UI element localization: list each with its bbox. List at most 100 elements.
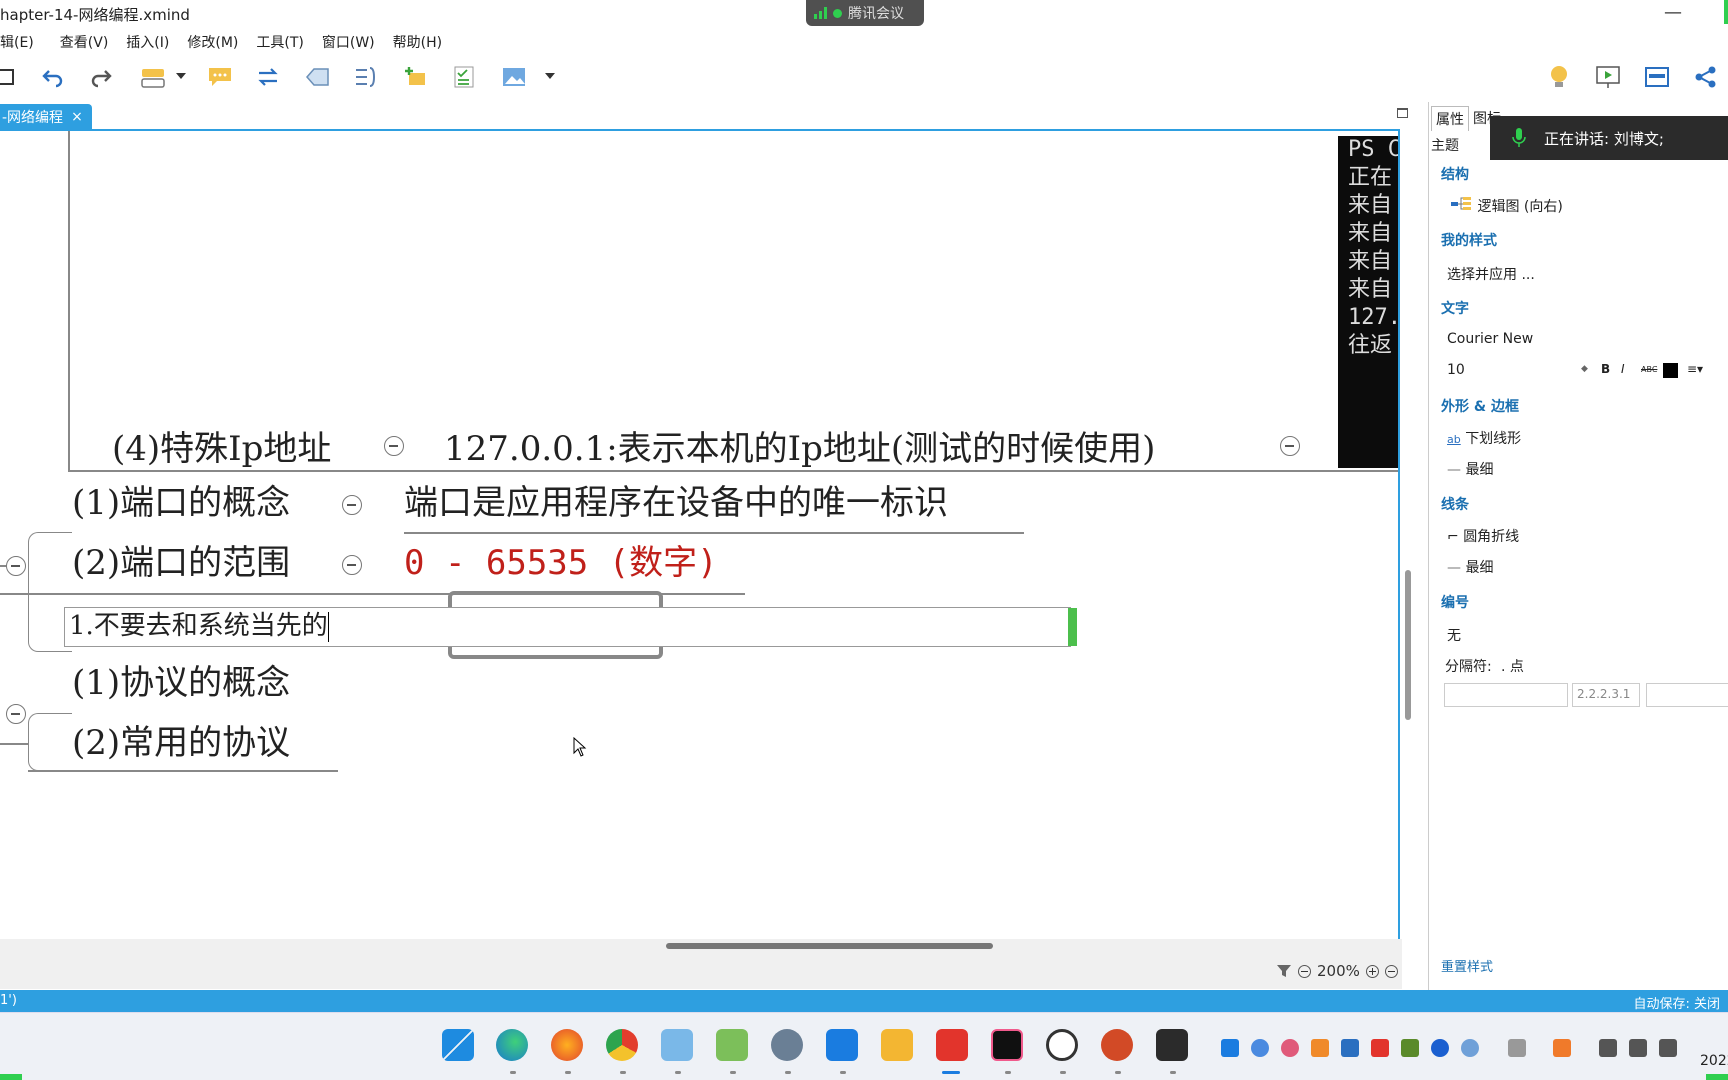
- outline-icon[interactable]: [1644, 64, 1670, 90]
- volume-muted-icon[interactable]: [1629, 1039, 1647, 1057]
- tray-app-icon[interactable]: [1281, 1039, 1299, 1057]
- topic-special-ip-value[interactable]: 127.0.0.1:表示本机的Ip地址(测试的时候使用): [444, 421, 1155, 470]
- meeting-app-icon[interactable]: [826, 1029, 858, 1061]
- text-color-button[interactable]: [1663, 363, 1678, 378]
- topic-common-protocol[interactable]: (2)常用的协议: [72, 715, 290, 764]
- menu-window[interactable]: 窗口(W): [322, 28, 375, 54]
- separator-select[interactable]: . 点: [1501, 656, 1524, 676]
- tab-document[interactable]: -网络编程 ×: [0, 104, 92, 130]
- taskbar-clock[interactable]: 2022: [1700, 1053, 1728, 1069]
- menu-help[interactable]: 帮助(H): [393, 28, 442, 54]
- insert-topic-icon[interactable]: [403, 64, 429, 90]
- menu-modify[interactable]: 修改(M): [187, 28, 238, 54]
- dropdown-arrow-icon[interactable]: [174, 64, 188, 90]
- powerpoint-icon[interactable]: [1101, 1029, 1133, 1061]
- topic-port-range[interactable]: (2)端口的范围: [72, 535, 290, 584]
- chrome-icon[interactable]: [606, 1029, 638, 1061]
- tab-close-button[interactable]: ×: [71, 109, 83, 125]
- numbering-prefix-input[interactable]: [1444, 683, 1568, 707]
- presentation-icon[interactable]: [1595, 64, 1621, 90]
- topic-style-icon[interactable]: [140, 64, 166, 90]
- topic-port-range-value[interactable]: 0 - 65535 (数字): [404, 535, 718, 584]
- lightbulb-icon[interactable]: [1546, 64, 1572, 90]
- sogou-icon[interactable]: [1553, 1039, 1571, 1057]
- numbering-format-select[interactable]: 2.2.2.3.1: [1572, 683, 1640, 707]
- edit-resize-handle[interactable]: [1068, 608, 1077, 646]
- autosave-status[interactable]: 自动保存: 关闭: [1633, 993, 1720, 1012]
- firefox-icon[interactable]: [551, 1029, 583, 1061]
- battery-icon[interactable]: [1659, 1039, 1677, 1057]
- paint-app-icon[interactable]: [661, 1029, 693, 1061]
- menu-view[interactable]: 查看(V): [60, 28, 109, 54]
- relationship-icon[interactable]: [255, 64, 281, 90]
- summary-icon[interactable]: [353, 64, 379, 90]
- italic-button[interactable]: I: [1621, 362, 1625, 376]
- align-left-icon[interactable]: ≡▾: [1687, 362, 1703, 376]
- tray-app-icon[interactable]: [1341, 1039, 1359, 1057]
- tencent-meeting-badge[interactable]: 腾讯会议: [806, 0, 924, 26]
- redo-icon[interactable]: [88, 64, 114, 90]
- filter-icon[interactable]: [1276, 963, 1292, 979]
- image-dropdown-icon[interactable]: [543, 64, 557, 90]
- shape-select[interactable]: ab 下划线形: [1447, 428, 1521, 448]
- collapse-toggle[interactable]: [6, 556, 26, 576]
- terminal-window[interactable]: PS C 正在 来自 来自 来自 来自 127. 往返: [1338, 136, 1398, 468]
- my-style-select[interactable]: 选择并应用 ...: [1447, 264, 1535, 284]
- line-width-select[interactable]: — 最细: [1447, 557, 1493, 577]
- collapse-toggle[interactable]: [342, 555, 362, 575]
- font-size-stepper[interactable]: ◆: [1581, 364, 1588, 374]
- undo-icon[interactable]: [40, 64, 66, 90]
- font-family-select[interactable]: Courier New: [1447, 331, 1533, 347]
- structure-select[interactable]: 逻辑图 (向右): [1451, 196, 1563, 216]
- file-explorer-icon[interactable]: [881, 1029, 913, 1061]
- drawing-app-icon[interactable]: [716, 1029, 748, 1061]
- microphone-tray-icon[interactable]: [1461, 1039, 1479, 1057]
- topic-edit-input[interactable]: 1.不要去和系统当先的: [64, 607, 1071, 647]
- tray-app-icon[interactable]: [1251, 1039, 1269, 1057]
- collapse-toggle[interactable]: [6, 704, 26, 724]
- line-style-select[interactable]: ⌐ 圆角折线: [1447, 526, 1519, 546]
- tab-properties[interactable]: 属性: [1431, 106, 1469, 131]
- windows-start-icon[interactable]: [442, 1029, 474, 1061]
- strikethrough-button[interactable]: ABC: [1641, 365, 1657, 374]
- bluetooth-icon[interactable]: [1431, 1039, 1449, 1057]
- clock-app-icon[interactable]: [1046, 1029, 1078, 1061]
- topic-port-concept-value[interactable]: 端口是应用程序在设备中的唯一标识: [404, 475, 948, 524]
- zoom-out-button[interactable]: [1298, 964, 1311, 978]
- tray-app-icon[interactable]: [1311, 1039, 1329, 1057]
- image-icon[interactable]: [501, 64, 527, 90]
- edge-browser-icon[interactable]: [496, 1029, 528, 1061]
- topic-port-concept[interactable]: (1)端口的概念: [72, 475, 290, 524]
- horizontal-scrollbar[interactable]: [666, 943, 993, 949]
- border-width-select[interactable]: — 最细: [1447, 459, 1493, 479]
- bold-button[interactable]: B: [1601, 362, 1610, 376]
- reset-style-link[interactable]: 重置样式: [1441, 956, 1493, 975]
- restore-view-button[interactable]: [1397, 108, 1408, 118]
- mindmap-canvas[interactable]: (4)特殊Ip地址 127.0.0.1:表示本机的Ip地址(测试的时候使用) P…: [0, 129, 1400, 939]
- menu-tools[interactable]: 工具(T): [256, 28, 303, 54]
- vertical-scrollbar[interactable]: [1405, 570, 1411, 720]
- boundary-icon[interactable]: [304, 64, 330, 90]
- network-icon[interactable]: [1599, 1039, 1617, 1057]
- callout-icon[interactable]: [207, 64, 233, 90]
- font-size-input[interactable]: 10: [1447, 362, 1465, 378]
- tray-nvidia-icon[interactable]: [1401, 1039, 1419, 1057]
- settings-gear-icon[interactable]: [771, 1029, 803, 1061]
- terminal-icon[interactable]: [1156, 1029, 1188, 1061]
- task-icon[interactable]: [451, 64, 477, 90]
- xmind-icon[interactable]: [936, 1029, 968, 1061]
- numbering-select[interactable]: 无: [1447, 625, 1461, 645]
- zoom-in-button[interactable]: [1365, 964, 1379, 978]
- zoom-reset-button[interactable]: [1384, 964, 1398, 978]
- collapse-toggle[interactable]: [1280, 436, 1300, 456]
- share-icon[interactable]: [1693, 64, 1719, 90]
- topic-protocol-concept[interactable]: (1)协议的概念: [72, 655, 290, 704]
- save-icon[interactable]: [0, 64, 18, 90]
- tray-meeting-icon[interactable]: [1221, 1039, 1239, 1057]
- minimize-button[interactable]: —: [1664, 2, 1682, 23]
- intellij-icon[interactable]: [991, 1029, 1023, 1061]
- collapse-toggle[interactable]: [384, 436, 404, 456]
- tray-app-icon[interactable]: [1371, 1039, 1389, 1057]
- menu-edit[interactable]: 辑(E): [0, 28, 34, 54]
- numbering-suffix-input[interactable]: [1646, 683, 1728, 707]
